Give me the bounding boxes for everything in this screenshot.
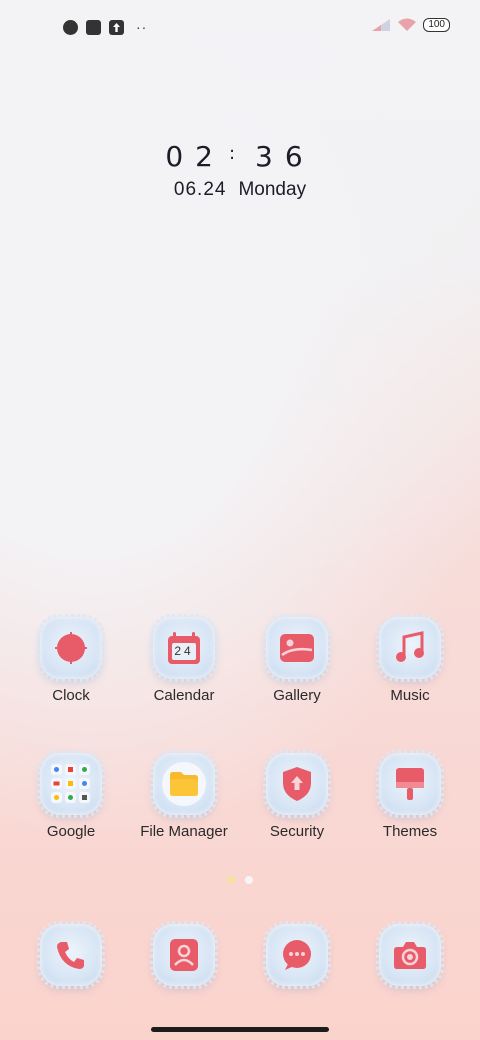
app-google[interactable]: Google	[15, 750, 127, 840]
google-folder-icon	[37, 750, 105, 818]
wifi-icon	[398, 18, 417, 31]
app-clock[interactable]: Clock	[15, 614, 127, 704]
page-indicator[interactable]	[0, 876, 480, 884]
gallery-icon	[263, 614, 331, 682]
dock-contacts[interactable]	[128, 921, 240, 989]
clock-widget[interactable]: 02 : 36 06.24 Monday	[0, 140, 480, 201]
app-themes[interactable]: Themes	[354, 750, 466, 840]
app-label: Security	[269, 823, 325, 840]
calendar-date-badge: 24	[174, 644, 194, 658]
app-icon	[63, 19, 78, 35]
app-label: Google	[46, 823, 96, 840]
app-gallery[interactable]: Gallery	[241, 614, 353, 704]
upload-icon	[109, 19, 124, 35]
app-calendar[interactable]: 24 Calendar	[128, 614, 240, 704]
dock-camera[interactable]	[354, 921, 466, 989]
music-icon	[376, 614, 444, 682]
page-dot-1[interactable]	[227, 876, 235, 884]
app-label: Music	[390, 687, 430, 704]
square-icon	[86, 19, 101, 35]
camera-icon	[376, 921, 444, 989]
page-dot-2[interactable]	[245, 876, 253, 884]
clock-icon	[37, 614, 105, 682]
status-bar: ·· 100	[0, 0, 480, 56]
app-label: Gallery	[273, 687, 321, 704]
date-display: 06.24 Monday	[0, 179, 480, 201]
messages-icon	[263, 921, 331, 989]
app-label: File Manager	[140, 823, 228, 840]
shield-icon	[263, 750, 331, 818]
app-security[interactable]: Security	[241, 750, 353, 840]
minutes: 36	[255, 140, 315, 173]
time-display: 02 : 36	[0, 140, 480, 173]
dock-phone[interactable]	[15, 921, 127, 989]
hours: 02	[165, 140, 225, 173]
date-value: 06.24	[173, 179, 227, 200]
app-file-manager[interactable]: File Manager	[128, 750, 240, 840]
signal-icon	[372, 19, 391, 31]
weekday: Monday	[238, 179, 307, 200]
app-label: Calendar	[153, 687, 215, 704]
more-dots-icon: ··	[136, 19, 148, 35]
app-music[interactable]: Music	[354, 614, 466, 704]
time-colon: :	[228, 143, 248, 164]
app-label: Clock	[52, 687, 90, 704]
app-label: Themes	[382, 823, 438, 840]
home-indicator[interactable]	[151, 1027, 329, 1032]
themes-icon	[376, 750, 444, 818]
battery-icon: 100	[423, 18, 450, 32]
contacts-icon	[150, 921, 218, 989]
dock-messages[interactable]	[241, 921, 353, 989]
phone-icon	[37, 921, 105, 989]
calendar-icon: 24	[150, 614, 218, 682]
folder-icon	[150, 750, 218, 818]
